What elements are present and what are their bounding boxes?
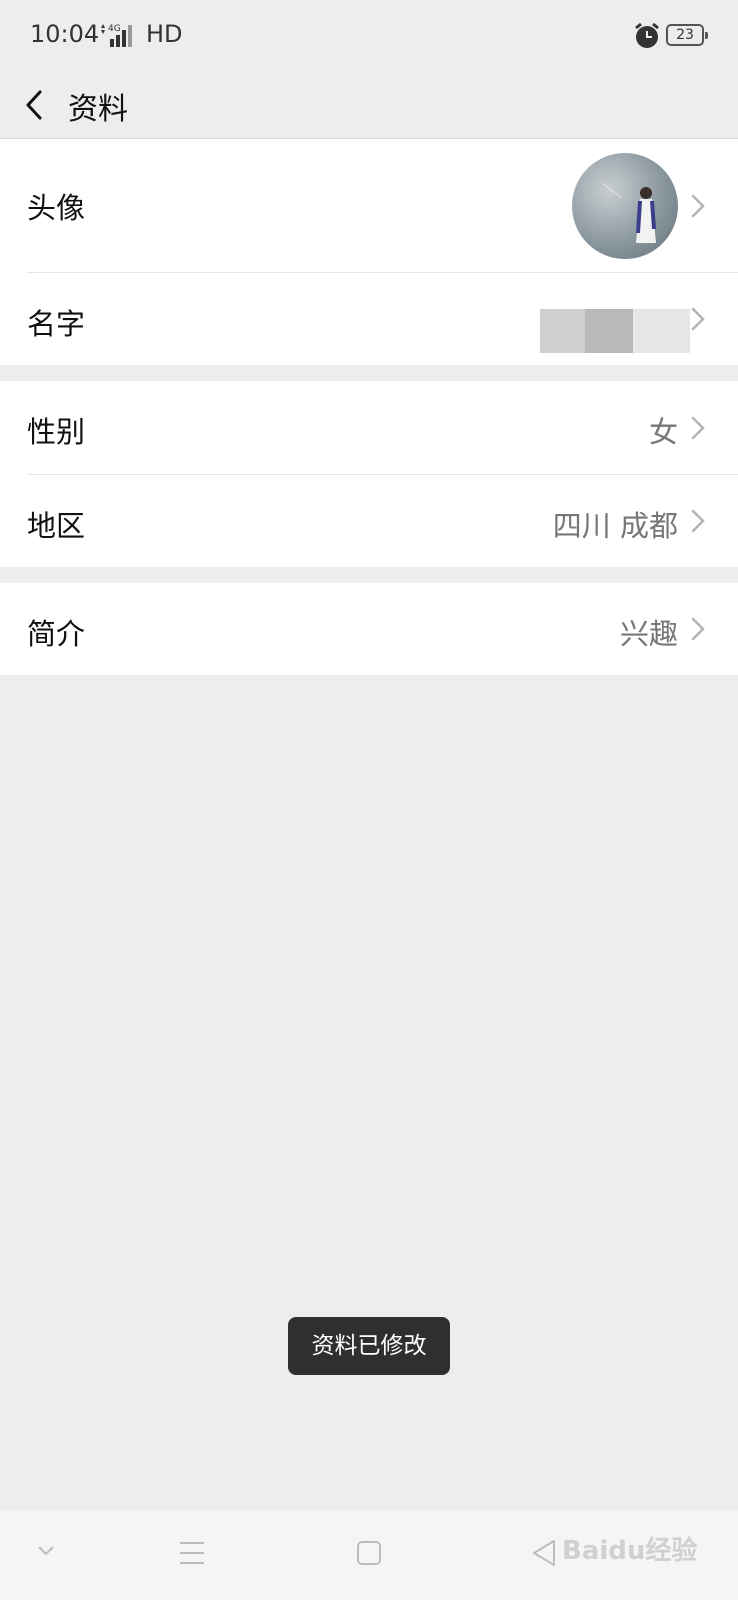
toast-message: 资料已修改 [288,1317,450,1375]
name-row[interactable]: 名字 [0,273,738,365]
chevron-right-icon [691,307,705,331]
status-time: 10:04 [30,20,100,48]
name-label: 名字 [27,307,86,341]
region-value: 四川 成都 [552,509,678,543]
chevron-right-icon [691,617,705,641]
region-row[interactable]: 地区 四川 成都 [0,475,738,567]
gender-row[interactable]: 性别 女 [0,381,738,475]
avatar-row[interactable]: 头像 [0,139,738,273]
profile-group-basic: 头像 名字 [0,139,738,365]
avatar-label: 头像 [27,191,86,225]
chevron-right-icon [691,509,705,533]
collapse-down-icon[interactable] [36,1544,56,1558]
signal-icon: 4G [101,24,132,47]
status-bar: 10:04 4G HD 23 [0,0,738,72]
region-label: 地区 [27,509,86,543]
gender-value: 女 [648,415,678,449]
menu-icon[interactable] [178,1540,206,1566]
back-triangle-icon[interactable] [530,1538,558,1568]
gender-label: 性别 [27,415,86,449]
chevron-right-icon [691,194,705,218]
alarm-icon [635,22,659,48]
battery-indicator: 23 [666,24,708,46]
nav-bar: 资料 [0,72,738,139]
hd-indicator: HD [146,20,183,48]
chevron-right-icon [691,416,705,440]
back-button[interactable] [16,78,56,132]
avatar [572,153,678,259]
profile-group-bio: 简介 兴趣 [0,583,738,675]
page-title: 资料 [68,92,128,127]
redacted-name-value [540,309,690,353]
home-icon[interactable] [356,1540,382,1566]
system-nav-bar: Baidu经验 [0,1510,738,1600]
network-type: 4G [108,24,121,34]
bio-row[interactable]: 简介 兴趣 [0,583,738,675]
bio-value: 兴趣 [619,617,678,651]
avatar-image [572,153,678,259]
profile-group-details: 性别 女 地区 四川 成都 [0,381,738,567]
bio-label: 简介 [27,617,86,651]
watermark: Baidu经验 [562,1536,698,1566]
